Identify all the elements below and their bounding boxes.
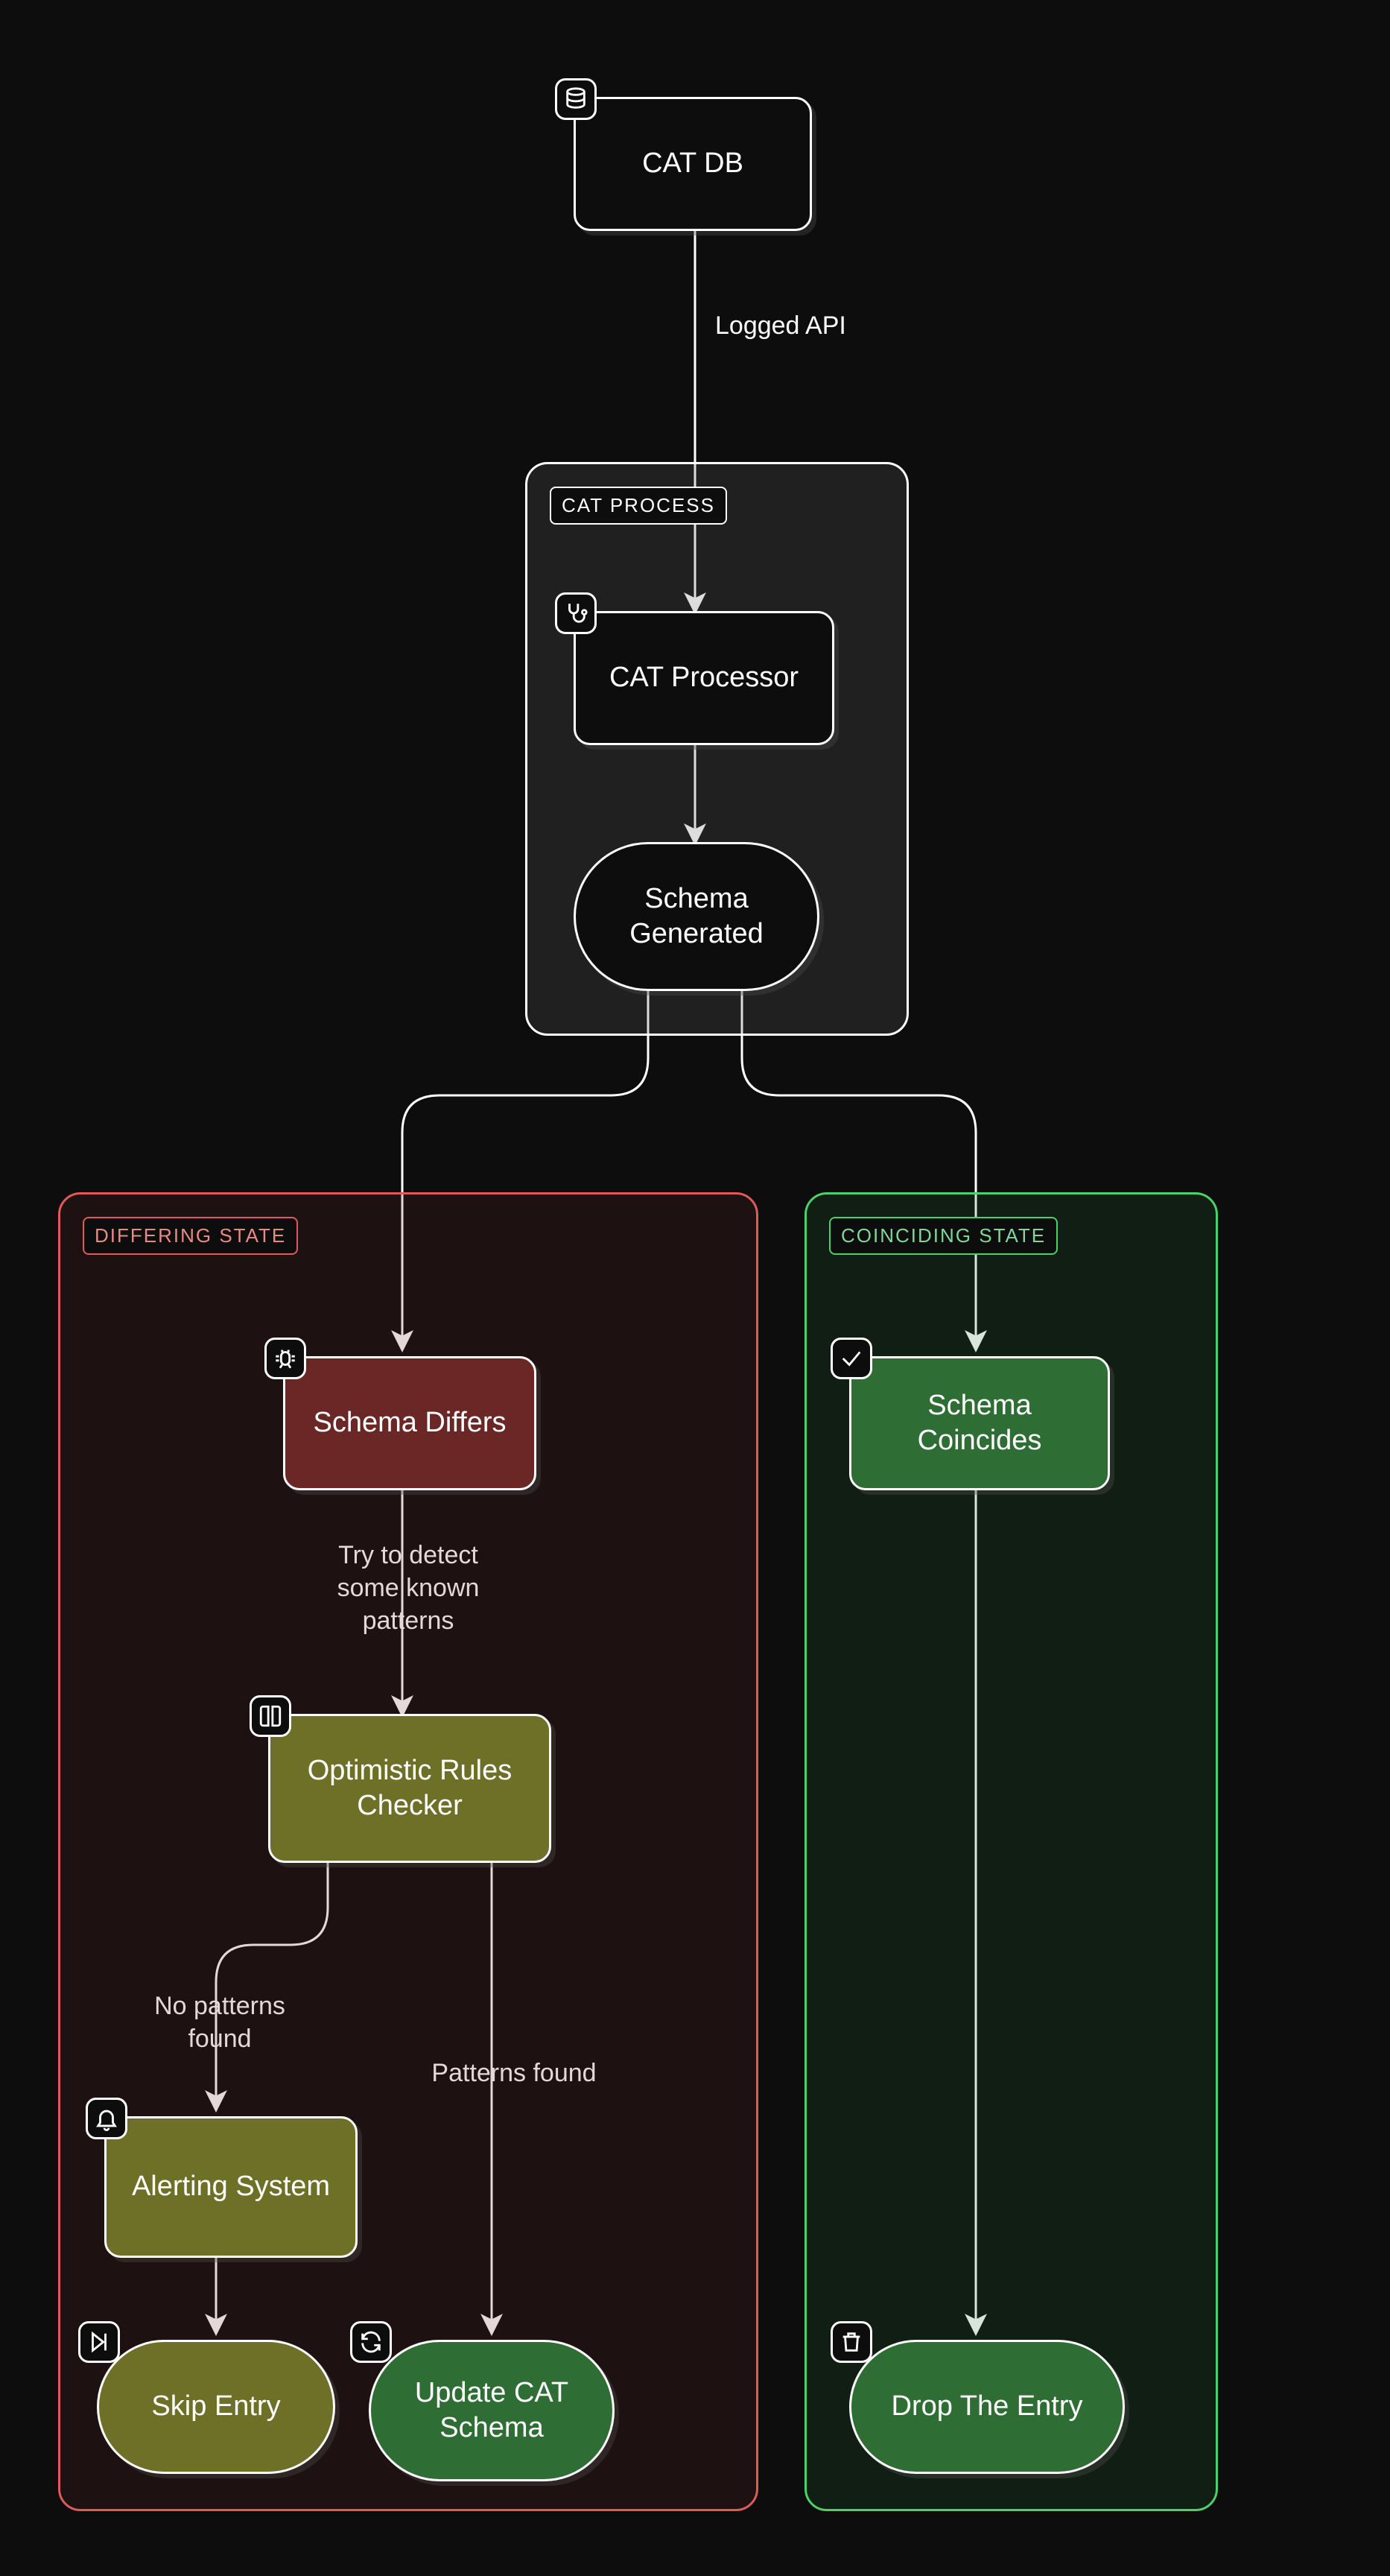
node-optimistic-rules-label: Optimistic Rules Checker — [285, 1753, 534, 1824]
node-update-cat-schema-label: Update CAT Schema — [386, 2376, 597, 2446]
group-title-coinciding: COINCIDING STATE — [829, 1217, 1058, 1255]
node-update-cat-schema: Update CAT Schema — [369, 2340, 615, 2481]
trash-icon — [831, 2321, 872, 2363]
book-icon — [250, 1695, 291, 1737]
stethoscope-icon — [555, 592, 597, 634]
database-icon — [555, 78, 597, 120]
node-schema-generated: Schema Generated — [574, 842, 819, 991]
node-cat-db-label: CAT DB — [591, 146, 795, 182]
edge-label-logged-api: Logged API — [715, 309, 846, 342]
node-drop-entry-label: Drop The Entry — [866, 2389, 1108, 2425]
skip-icon — [78, 2321, 120, 2363]
node-schema-generated-label: Schema Generated — [591, 882, 802, 952]
node-schema-differs: Schema Differs — [283, 1356, 536, 1490]
group-title-differing: DIFFERING STATE — [83, 1217, 298, 1255]
group-title-cat-process: CAT PROCESS — [550, 487, 727, 525]
node-alerting-system: Alerting System — [104, 2116, 358, 2258]
node-schema-differs-label: Schema Differs — [300, 1405, 519, 1441]
node-alerting-system-label: Alerting System — [121, 2169, 340, 2205]
check-icon — [831, 1338, 872, 1379]
node-optimistic-rules: Optimistic Rules Checker — [268, 1714, 551, 1863]
node-cat-processor: CAT Processor — [574, 611, 834, 745]
node-skip-entry: Skip Entry — [97, 2340, 335, 2474]
node-schema-coincides-label: Schema Coincides — [866, 1388, 1093, 1459]
bell-icon — [86, 2098, 127, 2139]
bug-icon — [264, 1338, 306, 1379]
node-cat-processor-label: CAT Processor — [591, 660, 817, 696]
node-cat-db: CAT DB — [574, 97, 812, 231]
node-schema-coincides: Schema Coincides — [849, 1356, 1110, 1490]
node-drop-entry: Drop The Entry — [849, 2340, 1125, 2474]
node-skip-entry-label: Skip Entry — [114, 2389, 318, 2425]
refresh-icon — [350, 2321, 392, 2363]
